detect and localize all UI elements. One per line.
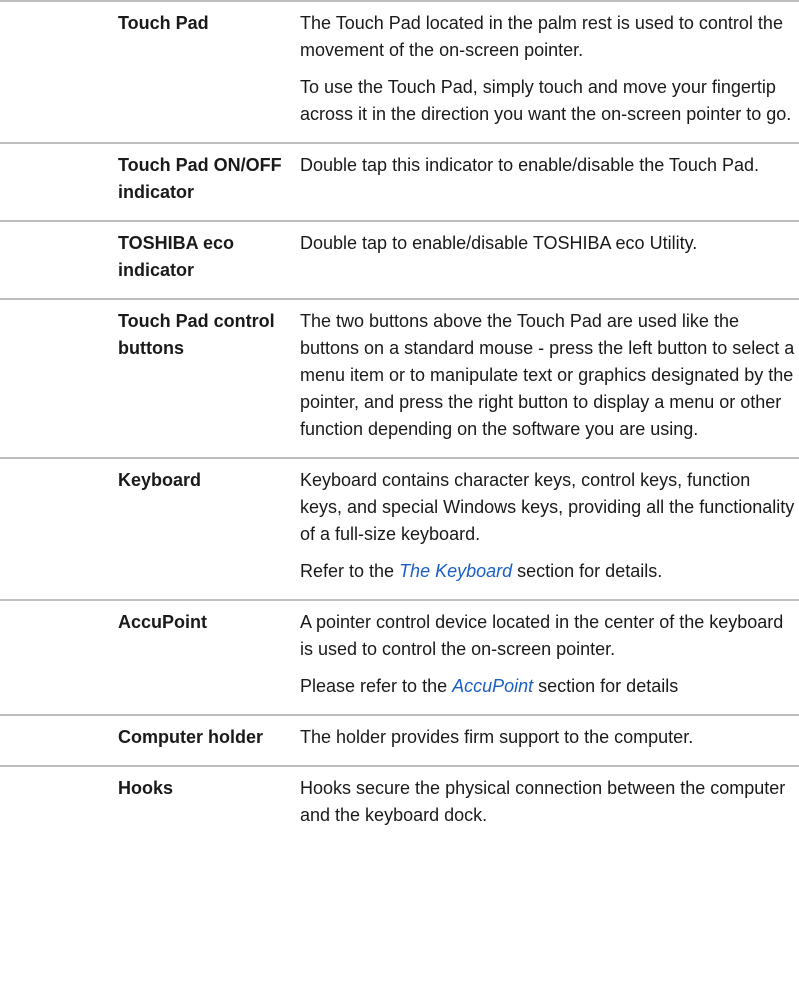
- desc-paragraph: Double tap this indicator to enable/disa…: [300, 155, 759, 175]
- desc-reference: Please refer to the AccuPoint section fo…: [300, 673, 796, 700]
- desc-paragraph: To use the Touch Pad, simply touch and m…: [300, 77, 792, 124]
- row-separator: [0, 599, 799, 601]
- row-separator: [0, 765, 799, 767]
- desc-paragraph: The two buttons above the Touch Pad are …: [300, 311, 795, 439]
- table-rule: [0, 0, 799, 2]
- desc-paragraph: The holder provides firm support to the …: [300, 727, 694, 747]
- desc-paragraph: A pointer control device located in the …: [300, 612, 784, 659]
- ref-suffix: section for details.: [512, 561, 663, 581]
- desc-paragraph: Double tap to enable/disable TOSHIBA eco…: [300, 233, 698, 253]
- term-touch-pad: Touch Pad: [118, 13, 209, 33]
- row-separator: [0, 220, 799, 222]
- ref-prefix: Refer to the: [300, 561, 400, 581]
- term-touch-pad-onoff-indicator: Touch Pad ON/OFF indicator: [118, 155, 282, 202]
- row-separator: [0, 457, 799, 459]
- desc-keyboard: Keyboard contains character keys, contro…: [300, 467, 796, 585]
- desc-computer-holder: The holder provides firm support to the …: [300, 724, 796, 751]
- desc-paragraph: Keyboard contains character keys, contro…: [300, 470, 795, 544]
- term-hooks: Hooks: [118, 778, 174, 798]
- desc-touch-pad: The Touch Pad located in the palm rest i…: [300, 10, 796, 128]
- desc-hooks: Hooks secure the physical connection bet…: [300, 775, 796, 829]
- row-separator: [0, 298, 799, 300]
- desc-paragraph: The Touch Pad located in the palm rest i…: [300, 13, 783, 60]
- definition-table: Touch Pad The Touch Pad located in the p…: [0, 0, 799, 988]
- desc-toshiba-eco-indicator: Double tap to enable/disable TOSHIBA eco…: [300, 230, 796, 257]
- term-touch-pad-control-buttons: Touch Pad control buttons: [118, 311, 275, 358]
- term-accupoint: AccuPoint: [118, 612, 208, 632]
- row-separator: [0, 714, 799, 716]
- the-keyboard-link[interactable]: The Keyboard: [399, 561, 512, 581]
- term-keyboard: Keyboard: [118, 470, 202, 490]
- term-toshiba-eco-indicator: TOSHIBA eco indicator: [118, 233, 235, 280]
- ref-suffix: section for details: [533, 676, 679, 696]
- row-separator: [0, 142, 799, 144]
- term-computer-holder: Computer holder: [118, 727, 264, 747]
- ref-prefix: Please refer to the: [300, 676, 453, 696]
- desc-touch-pad-control-buttons: The two buttons above the Touch Pad are …: [300, 308, 796, 443]
- desc-touch-pad-onoff-indicator: Double tap this indicator to enable/disa…: [300, 152, 796, 179]
- desc-accupoint: A pointer control device located in the …: [300, 609, 796, 700]
- desc-reference: Refer to the The Keyboard section for de…: [300, 558, 796, 585]
- accupoint-link[interactable]: AccuPoint: [452, 676, 533, 696]
- desc-paragraph: Hooks secure the physical connection bet…: [300, 778, 786, 825]
